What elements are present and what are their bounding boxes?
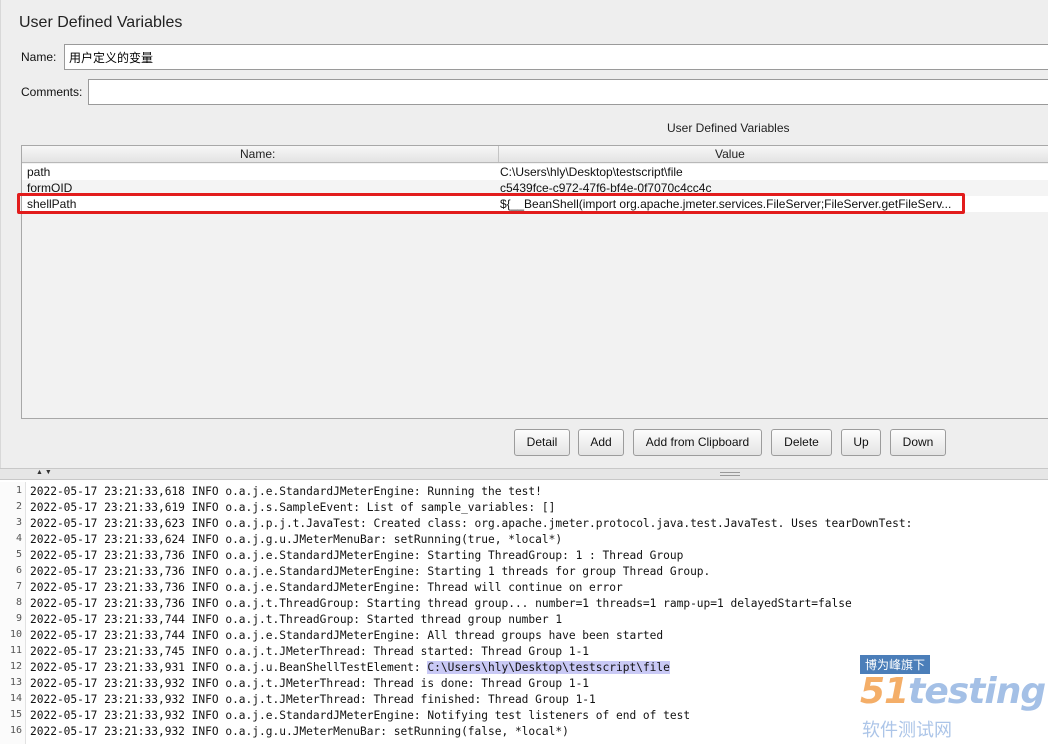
log-text[interactable]: 2022-05-17 23:21:33,745 INFO o.a.j.t.JMe… bbox=[30, 645, 589, 658]
line-number: 8 bbox=[15, 597, 22, 608]
column-header-name[interactable]: Name: bbox=[240, 147, 275, 161]
line-number: 14 bbox=[9, 693, 22, 704]
line-number: 7 bbox=[15, 581, 22, 592]
line-number: 9 bbox=[15, 613, 22, 624]
log-text[interactable]: 2022-05-17 23:21:33,931 INFO o.a.j.u.Bea… bbox=[30, 661, 670, 674]
panel-title: User Defined Variables bbox=[19, 14, 183, 31]
log-line[interactable]: 9 2022-05-17 23:21:33,744 INFO o.a.j.t.Th… bbox=[0, 612, 1048, 628]
red-highlight-annotation bbox=[17, 193, 965, 214]
line-number: 16 bbox=[9, 725, 22, 736]
add-button[interactable]: Add bbox=[578, 429, 624, 456]
log-text[interactable]: 2022-05-17 23:21:33,736 INFO o.a.j.e.Sta… bbox=[30, 549, 683, 562]
log-message[interactable]: 2022-05-17 23:21:33,624 INFO o.a.j.g.u.J… bbox=[30, 533, 562, 546]
log-message[interactable]: 2022-05-17 23:21:33,619 INFO o.a.j.s.Sam… bbox=[30, 501, 555, 514]
down-button[interactable]: Down bbox=[890, 429, 946, 456]
line-number: 6 bbox=[15, 565, 22, 576]
log-line[interactable]: 1 2022-05-17 23:21:33,618 INFO o.a.j.e.St… bbox=[0, 484, 1048, 500]
log-text[interactable]: 2022-05-17 23:21:33,932 INFO o.a.j.e.Sta… bbox=[30, 709, 690, 722]
log-message[interactable]: 2022-05-17 23:21:33,932 INFO o.a.j.t.JMe… bbox=[30, 677, 589, 690]
user-defined-variables-panel: User Defined Variables Name: Comments: U… bbox=[0, 0, 1048, 468]
log-text[interactable]: 2022-05-17 23:21:33,744 INFO o.a.j.t.Thr… bbox=[30, 613, 562, 626]
log-message[interactable]: 2022-05-17 23:21:33,745 INFO o.a.j.t.JMe… bbox=[30, 645, 589, 658]
selected-text[interactable]: C:\Users\hly\Desktop\testscript\file bbox=[427, 661, 670, 674]
delete-button[interactable]: Delete bbox=[771, 429, 832, 456]
line-number: 5 bbox=[15, 549, 22, 560]
log-message[interactable]: 2022-05-17 23:21:33,618 INFO o.a.j.e.Sta… bbox=[30, 485, 542, 498]
table-header: Name: Value bbox=[22, 146, 1048, 163]
log-message[interactable]: 2022-05-17 23:21:33,736 INFO o.a.j.e.Sta… bbox=[30, 549, 683, 562]
log-message[interactable]: 2022-05-17 23:21:33,744 INFO o.a.j.t.Thr… bbox=[30, 613, 562, 626]
log-message[interactable]: 2022-05-17 23:21:33,736 INFO o.a.j.e.Sta… bbox=[30, 581, 623, 594]
log-line[interactable]: 4 2022-05-17 23:21:33,624 INFO o.a.j.g.u.… bbox=[0, 532, 1048, 548]
split-pane-divider[interactable]: ▲▼ bbox=[0, 468, 1048, 480]
name-input[interactable] bbox=[64, 44, 1048, 70]
log-text[interactable]: 2022-05-17 23:21:33,932 INFO o.a.j.t.JMe… bbox=[30, 693, 596, 706]
log-message[interactable]: 2022-05-17 23:21:33,623 INFO o.a.j.p.j.t… bbox=[30, 517, 912, 530]
log-text[interactable]: 2022-05-17 23:21:33,624 INFO o.a.j.g.u.J… bbox=[30, 533, 562, 546]
log-text[interactable]: 2022-05-17 23:21:33,736 INFO o.a.j.t.Thr… bbox=[30, 597, 852, 610]
log-line[interactable]: 6 2022-05-17 23:21:33,736 INFO o.a.j.e.St… bbox=[0, 564, 1048, 580]
log-line[interactable]: 10 2022-05-17 23:21:33,744 INFO o.a.j.e.S… bbox=[0, 628, 1048, 644]
watermark-logo-text: testing bbox=[908, 671, 1046, 712]
log-message[interactable]: 2022-05-17 23:21:33,744 INFO o.a.j.e.Sta… bbox=[30, 629, 663, 642]
log-text[interactable]: 2022-05-17 23:21:33,618 INFO o.a.j.e.Sta… bbox=[30, 485, 542, 498]
row-name[interactable]: path bbox=[27, 165, 50, 179]
log-line[interactable]: 8 2022-05-17 23:21:33,736 INFO o.a.j.t.Th… bbox=[0, 596, 1048, 612]
column-divider[interactable] bbox=[498, 146, 499, 162]
log-text[interactable]: 2022-05-17 23:21:33,736 INFO o.a.j.e.Sta… bbox=[30, 565, 710, 578]
log-line[interactable]: 3 2022-05-17 23:21:33,623 INFO o.a.j.p.j.… bbox=[0, 516, 1048, 532]
log-message[interactable]: 2022-05-17 23:21:33,736 INFO o.a.j.e.Sta… bbox=[30, 565, 710, 578]
line-number: 1 bbox=[15, 485, 22, 496]
row-value[interactable]: C:\Users\hly\Desktop\testscript\file bbox=[500, 165, 683, 179]
name-label: Name: bbox=[21, 50, 57, 64]
collapse-arrows-icon[interactable]: ▲▼ bbox=[36, 469, 54, 476]
grip-icon[interactable] bbox=[720, 472, 740, 476]
comments-label: Comments: bbox=[21, 85, 83, 99]
log-text[interactable]: 2022-05-17 23:21:33,932 INFO o.a.j.g.u.J… bbox=[30, 725, 569, 738]
line-number: 15 bbox=[9, 709, 22, 720]
log-line[interactable]: 7 2022-05-17 23:21:33,736 INFO o.a.j.e.St… bbox=[0, 580, 1048, 596]
comments-input[interactable] bbox=[88, 79, 1048, 105]
variables-table[interactable]: Name: Value path C:\Users\hly\Desktop\te… bbox=[21, 145, 1048, 419]
line-number: 10 bbox=[9, 629, 22, 640]
log-line[interactable]: 5 2022-05-17 23:21:33,736 INFO o.a.j.e.St… bbox=[0, 548, 1048, 564]
line-number: 11 bbox=[9, 645, 22, 656]
watermark-subtitle: 软件测试网 bbox=[862, 720, 952, 741]
line-number: 12 bbox=[9, 661, 22, 672]
log-text[interactable]: 2022-05-17 23:21:33,623 INFO o.a.j.p.j.t… bbox=[30, 517, 912, 530]
log-text[interactable]: 2022-05-17 23:21:33,736 INFO o.a.j.e.Sta… bbox=[30, 581, 623, 594]
column-header-value[interactable]: Value bbox=[715, 147, 745, 161]
line-number: 3 bbox=[15, 517, 22, 528]
log-text[interactable]: 2022-05-17 23:21:33,744 INFO o.a.j.e.Sta… bbox=[30, 629, 663, 642]
log-message[interactable]: 2022-05-17 23:21:33,932 INFO o.a.j.e.Sta… bbox=[30, 709, 690, 722]
detail-button[interactable]: Detail bbox=[514, 429, 570, 456]
line-number: 4 bbox=[15, 533, 22, 544]
log-message[interactable]: 2022-05-17 23:21:33,932 INFO o.a.j.t.JMe… bbox=[30, 693, 596, 706]
line-number: 13 bbox=[9, 677, 22, 688]
up-button[interactable]: Up bbox=[841, 429, 881, 456]
log-text[interactable]: 2022-05-17 23:21:33,619 INFO o.a.j.s.Sam… bbox=[30, 501, 555, 514]
log-message[interactable]: 2022-05-17 23:21:33,736 INFO o.a.j.t.Thr… bbox=[30, 597, 852, 610]
log-message[interactable]: 2022-05-17 23:21:33,932 INFO o.a.j.g.u.J… bbox=[30, 725, 569, 738]
watermark-logo-num: 51 bbox=[860, 671, 909, 712]
log-line[interactable]: 2 2022-05-17 23:21:33,619 INFO o.a.j.s.Sa… bbox=[0, 500, 1048, 516]
watermark-logo: 51testing bbox=[860, 671, 1046, 712]
add-from-clipboard-button[interactable]: Add from Clipboard bbox=[633, 429, 762, 456]
log-message[interactable]: 2022-05-17 23:21:33,931 INFO o.a.j.u.Bea… bbox=[30, 661, 427, 674]
table-row[interactable]: path C:\Users\hly\Desktop\testscript\fil… bbox=[22, 164, 1048, 180]
line-number: 2 bbox=[15, 501, 22, 512]
table-caption: User Defined Variables bbox=[667, 121, 790, 135]
log-text[interactable]: 2022-05-17 23:21:33,932 INFO o.a.j.t.JMe… bbox=[30, 677, 589, 690]
